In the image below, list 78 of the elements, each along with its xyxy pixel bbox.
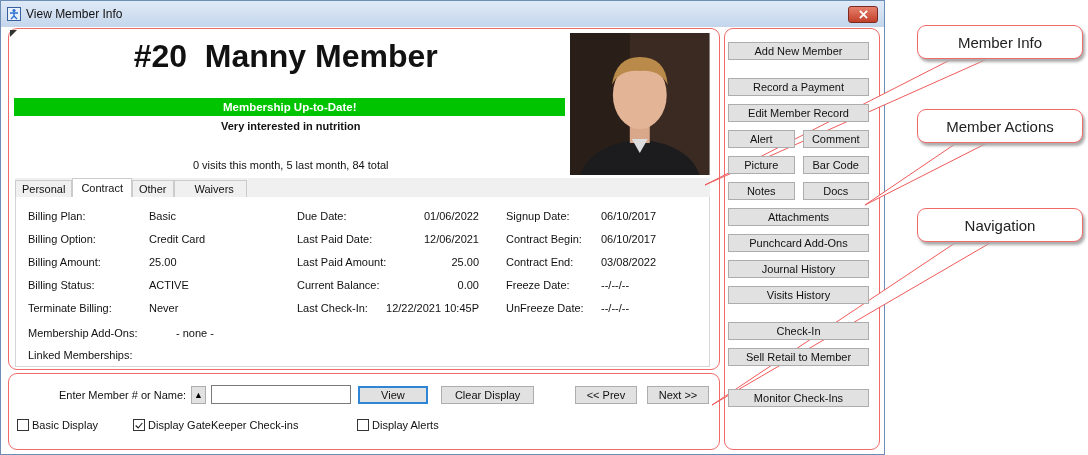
member-search-field[interactable] xyxy=(210,385,351,404)
field-label: UnFreeze Date: xyxy=(506,301,585,314)
action-button[interactable]: Comment xyxy=(802,130,869,148)
member-search-label: Enter Member # or Name: xyxy=(59,388,187,401)
action-button[interactable]: Punchcard Add-Ons xyxy=(728,234,869,252)
field-label: Freeze Date: xyxy=(506,278,571,291)
field-label: Last Paid Date: xyxy=(297,232,374,245)
field-label: Linked Memberships: xyxy=(28,349,134,361)
field-value: ACTIVE xyxy=(149,278,190,291)
visits-summary: 0 visits this month, 5 last month, 84 total xyxy=(191,158,390,173)
field-value: Basic xyxy=(149,209,177,222)
field-label: Terminate Billing: xyxy=(28,301,113,314)
close-icon xyxy=(858,9,868,19)
field-value: 01/06/2022 xyxy=(423,209,479,222)
member-note: Very interested in nutrition xyxy=(220,119,362,134)
field-value: 03/08/2022 xyxy=(601,255,658,268)
field-label: Contract End: xyxy=(506,255,575,268)
field-label: Billing Amount: xyxy=(28,255,102,268)
tab[interactable]: Personal xyxy=(15,180,73,197)
member-name-heading: #20 Manny Member xyxy=(132,37,439,76)
field-label: Due Date: xyxy=(297,209,348,222)
checkbox[interactable] xyxy=(17,419,29,431)
paging-button[interactable]: << Prev xyxy=(574,385,637,404)
callout-bubble: Member Info xyxy=(917,25,1083,59)
action-button[interactable]: Alert xyxy=(728,130,795,148)
paging-button[interactable]: Next >> xyxy=(646,385,709,404)
action-button[interactable]: Journal History xyxy=(728,260,869,278)
checkbox[interactable] xyxy=(133,419,145,431)
field-label: Last Paid Amount: xyxy=(297,255,388,268)
person-icon xyxy=(7,7,21,21)
field-value: --/--/-- xyxy=(601,301,631,314)
checkbox-label: Display GateKeeper Check-ins xyxy=(148,419,299,431)
callout-bubble: Member Actions xyxy=(917,109,1083,143)
nav-button[interactable]: View xyxy=(357,385,428,404)
checkbox-label: Display Alerts xyxy=(372,419,439,431)
corner-triangle-icon xyxy=(10,30,17,37)
field-label: Membership Add-Ons: xyxy=(28,327,139,339)
field-value: 0.00 xyxy=(457,278,479,291)
tab[interactable]: Contract xyxy=(72,178,132,197)
action-button[interactable]: Notes xyxy=(728,182,795,200)
field-value: 06/10/2017 xyxy=(601,209,658,222)
action-button[interactable]: Attachments xyxy=(728,208,869,226)
field-value: - none - xyxy=(176,327,214,339)
field-value: 25.00 xyxy=(149,255,178,268)
action-button[interactable]: Sell Retail to Member xyxy=(728,348,869,366)
field-label: Contract Begin: xyxy=(506,232,583,245)
action-button[interactable]: Docs xyxy=(802,182,869,200)
field-label: Current Balance: xyxy=(297,278,381,291)
action-button[interactable]: Visits History xyxy=(728,286,869,304)
checkbox[interactable] xyxy=(357,419,369,431)
callout-bubble: Navigation xyxy=(917,208,1083,242)
field-value: --/--/-- xyxy=(601,278,631,291)
action-button[interactable]: Add New Member xyxy=(728,42,869,60)
field-value: 06/10/2017 xyxy=(601,232,658,245)
field-label: Billing Status: xyxy=(28,278,96,291)
checkbox-label: Basic Display xyxy=(32,419,99,431)
field-value: Credit Card xyxy=(149,232,207,245)
window-title: View Member Info xyxy=(26,7,123,21)
field-value: 12/06/2021 xyxy=(423,232,479,245)
tab[interactable]: Other xyxy=(132,180,174,197)
lookup-button[interactable]: ▲ xyxy=(191,385,206,404)
field-label: Last Check-In: xyxy=(297,301,369,314)
nav-button[interactable]: Clear Display xyxy=(440,385,535,404)
field-value: Never xyxy=(149,301,180,314)
action-button[interactable]: Record a Payment xyxy=(728,78,869,96)
action-button[interactable]: Monitor Check-Ins xyxy=(728,389,869,407)
close-button[interactable] xyxy=(848,5,878,23)
action-button[interactable]: Bar Code xyxy=(802,156,869,174)
field-value: 12/22/2021 10:45P xyxy=(386,301,479,314)
field-value: 25.00 xyxy=(451,255,479,268)
action-button[interactable]: Check-In xyxy=(728,322,869,340)
field-label: Billing Plan: xyxy=(28,209,87,222)
tab[interactable]: Waivers xyxy=(173,180,247,197)
action-button[interactable]: Edit Member Record xyxy=(728,104,869,122)
action-button[interactable]: Picture xyxy=(728,156,795,174)
membership-status-bar: Membership Up-to-Date! xyxy=(14,98,566,116)
field-label: Signup Date: xyxy=(506,209,571,222)
field-label: Billing Option: xyxy=(28,232,97,245)
